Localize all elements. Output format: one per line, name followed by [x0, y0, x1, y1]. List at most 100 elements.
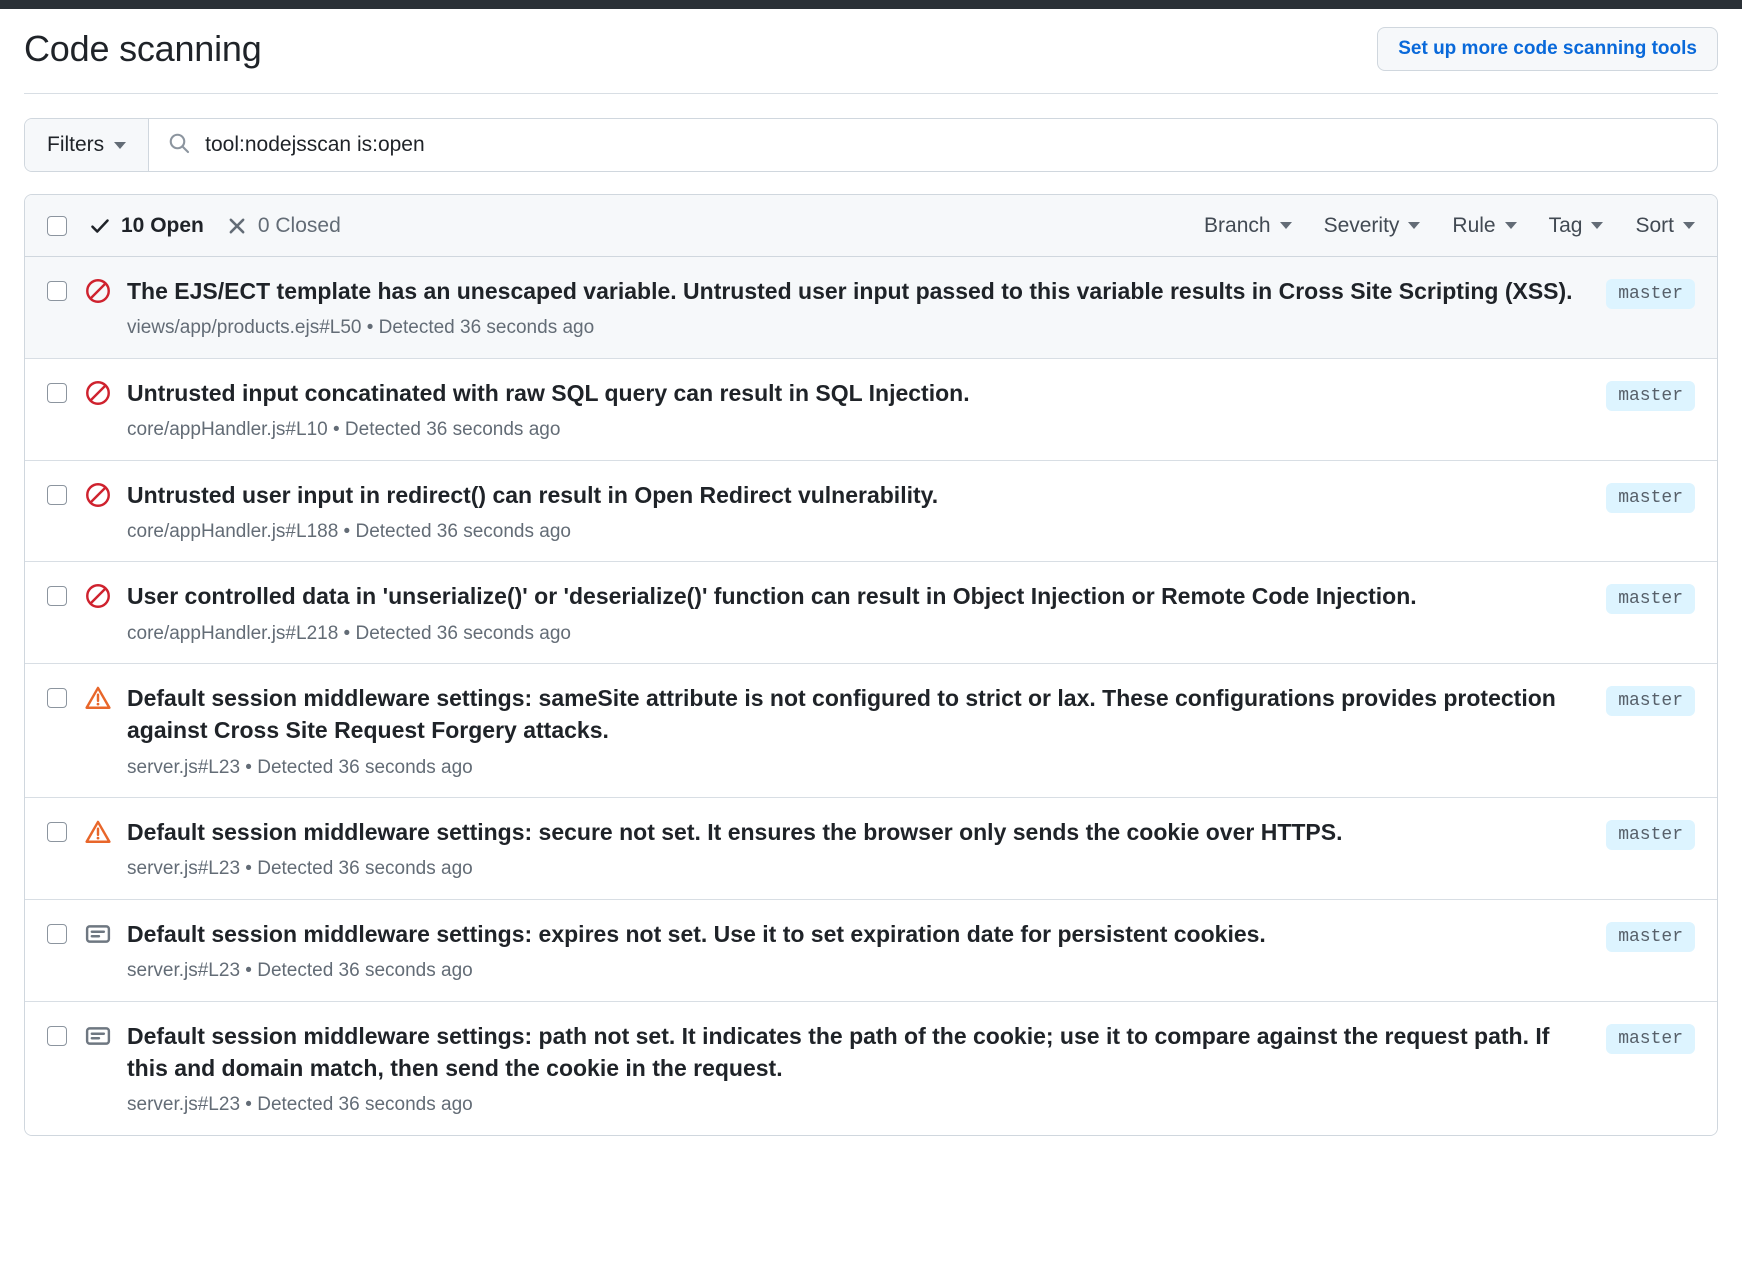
branch-badge: master	[1606, 584, 1695, 614]
severity-dropdown[interactable]: Severity	[1324, 214, 1421, 238]
alert-row[interactable]: Default session middleware settings: sec…	[25, 798, 1717, 900]
chevron-down-icon	[1505, 222, 1517, 229]
alert-row-checkbox[interactable]	[47, 1026, 67, 1046]
check-icon	[89, 215, 111, 237]
chevron-down-icon	[114, 142, 126, 149]
alert-triangle-icon	[85, 819, 111, 845]
branch-dropdown[interactable]: Branch	[1204, 214, 1292, 238]
chevron-down-icon	[1280, 222, 1292, 229]
alert-row[interactable]: User controlled data in 'unserialize()' …	[25, 562, 1717, 664]
branch-badge: master	[1606, 381, 1695, 411]
tag-dropdown[interactable]: Tag	[1549, 214, 1604, 238]
alert-row-body: User controlled data in 'unserialize()' …	[127, 580, 1606, 647]
alert-row[interactable]: Default session middleware settings: pat…	[25, 1002, 1717, 1135]
alert-title[interactable]: Default session middleware settings: exp…	[127, 918, 1588, 950]
alert-row-checkbox[interactable]	[47, 383, 67, 403]
alert-severity-icon	[85, 685, 111, 711]
tag-dropdown-label: Tag	[1549, 214, 1583, 238]
alert-title[interactable]: Default session middleware settings: sam…	[127, 682, 1588, 746]
filter-bar: Filters tool:nodejsscan is:open	[24, 118, 1718, 172]
note-icon	[85, 1023, 111, 1049]
search-area[interactable]: tool:nodejsscan is:open	[149, 119, 1717, 171]
blocked-icon	[85, 583, 111, 609]
setup-more-code-scanning-tools-button[interactable]: Set up more code scanning tools	[1377, 27, 1718, 71]
branch-badge: master	[1606, 820, 1695, 850]
alert-meta: core/appHandler.js#L188 • Detected 36 se…	[127, 519, 1588, 546]
search-icon	[167, 131, 191, 160]
alert-severity-icon	[85, 819, 111, 845]
alert-severity-icon	[85, 921, 111, 947]
search-input-value[interactable]: tool:nodejsscan is:open	[205, 133, 425, 157]
branch-badge: master	[1606, 1024, 1695, 1054]
alert-triangle-icon	[85, 685, 111, 711]
alert-severity-icon	[85, 1023, 111, 1049]
alert-row[interactable]: Default session middleware settings: exp…	[25, 900, 1717, 1002]
filters-label: Filters	[47, 133, 104, 157]
page-container: Code scanning Set up more code scanning …	[0, 9, 1742, 1136]
alert-row-checkbox[interactable]	[47, 924, 67, 944]
alert-meta: server.js#L23 • Detected 36 seconds ago	[127, 1092, 1588, 1119]
blocked-icon	[85, 482, 111, 508]
open-count-filter[interactable]: 10 Open	[89, 214, 204, 238]
alert-meta: views/app/products.ejs#L50 • Detected 36…	[127, 315, 1588, 342]
alert-title[interactable]: Untrusted user input in redirect() can r…	[127, 479, 1588, 511]
alert-row-body: Default session middleware settings: pat…	[127, 1020, 1606, 1119]
alert-severity-icon	[85, 380, 111, 406]
alert-row-body: The EJS/ECT template has an unescaped va…	[127, 275, 1606, 342]
alerts-toolbar: 10 Open 0 Closed Branch Severity	[25, 195, 1717, 257]
alerts-panel: 10 Open 0 Closed Branch Severity	[24, 194, 1718, 1136]
alert-title[interactable]: The EJS/ECT template has an unescaped va…	[127, 275, 1588, 307]
alert-row-checkbox[interactable]	[47, 485, 67, 505]
rule-dropdown[interactable]: Rule	[1452, 214, 1516, 238]
alert-row-body: Untrusted input concatinated with raw SQ…	[127, 377, 1606, 444]
branch-badge: master	[1606, 279, 1695, 309]
chevron-down-icon	[1591, 222, 1603, 229]
closed-count-filter[interactable]: 0 Closed	[226, 214, 341, 238]
alert-meta: core/appHandler.js#L218 • Detected 36 se…	[127, 621, 1588, 648]
top-dark-bar	[0, 0, 1742, 9]
alert-severity-icon	[85, 278, 111, 304]
alert-row-body: Default session middleware settings: sam…	[127, 682, 1606, 781]
alert-row[interactable]: Untrusted input concatinated with raw SQ…	[25, 359, 1717, 461]
open-count-label: 10 Open	[121, 214, 204, 238]
alert-title[interactable]: User controlled data in 'unserialize()' …	[127, 580, 1588, 612]
alert-row-checkbox[interactable]	[47, 688, 67, 708]
toolbar-filter-dropdowns: Branch Severity Rule Tag Sort	[1204, 214, 1695, 238]
sort-dropdown-label: Sort	[1635, 214, 1674, 238]
alert-list: The EJS/ECT template has an unescaped va…	[25, 257, 1717, 1135]
alert-row-body: Untrusted user input in redirect() can r…	[127, 479, 1606, 546]
alert-severity-icon	[85, 482, 111, 508]
branch-badge: master	[1606, 686, 1695, 716]
alert-row-checkbox[interactable]	[47, 586, 67, 606]
alert-title[interactable]: Default session middleware settings: sec…	[127, 816, 1588, 848]
select-all-checkbox[interactable]	[47, 216, 67, 236]
alert-row[interactable]: The EJS/ECT template has an unescaped va…	[25, 257, 1717, 359]
branch-dropdown-label: Branch	[1204, 214, 1271, 238]
alert-row[interactable]: Untrusted user input in redirect() can r…	[25, 461, 1717, 563]
alert-row-body: Default session middleware settings: sec…	[127, 816, 1606, 883]
branch-badge: master	[1606, 922, 1695, 952]
blocked-icon	[85, 380, 111, 406]
sort-dropdown[interactable]: Sort	[1635, 214, 1695, 238]
branch-badge: master	[1606, 483, 1695, 513]
alert-meta: core/appHandler.js#L10 • Detected 36 sec…	[127, 417, 1588, 444]
alert-row[interactable]: Default session middleware settings: sam…	[25, 664, 1717, 798]
alert-title[interactable]: Untrusted input concatinated with raw SQ…	[127, 377, 1588, 409]
filters-dropdown-button[interactable]: Filters	[25, 119, 149, 171]
toolbar-left-group: 10 Open 0 Closed	[47, 214, 341, 238]
chevron-down-icon	[1683, 222, 1695, 229]
alert-meta: server.js#L23 • Detected 36 seconds ago	[127, 856, 1588, 883]
note-icon	[85, 921, 111, 947]
alert-title[interactable]: Default session middleware settings: pat…	[127, 1020, 1588, 1084]
alert-meta: server.js#L23 • Detected 36 seconds ago	[127, 755, 1588, 782]
x-icon	[226, 215, 248, 237]
alert-row-checkbox[interactable]	[47, 281, 67, 301]
alert-row-checkbox[interactable]	[47, 822, 67, 842]
chevron-down-icon	[1408, 222, 1420, 229]
alert-row-body: Default session middleware settings: exp…	[127, 918, 1606, 985]
alert-meta: server.js#L23 • Detected 36 seconds ago	[127, 958, 1588, 985]
severity-dropdown-label: Severity	[1324, 214, 1400, 238]
closed-count-label: 0 Closed	[258, 214, 341, 238]
page-title: Code scanning	[24, 27, 262, 70]
blocked-icon	[85, 278, 111, 304]
